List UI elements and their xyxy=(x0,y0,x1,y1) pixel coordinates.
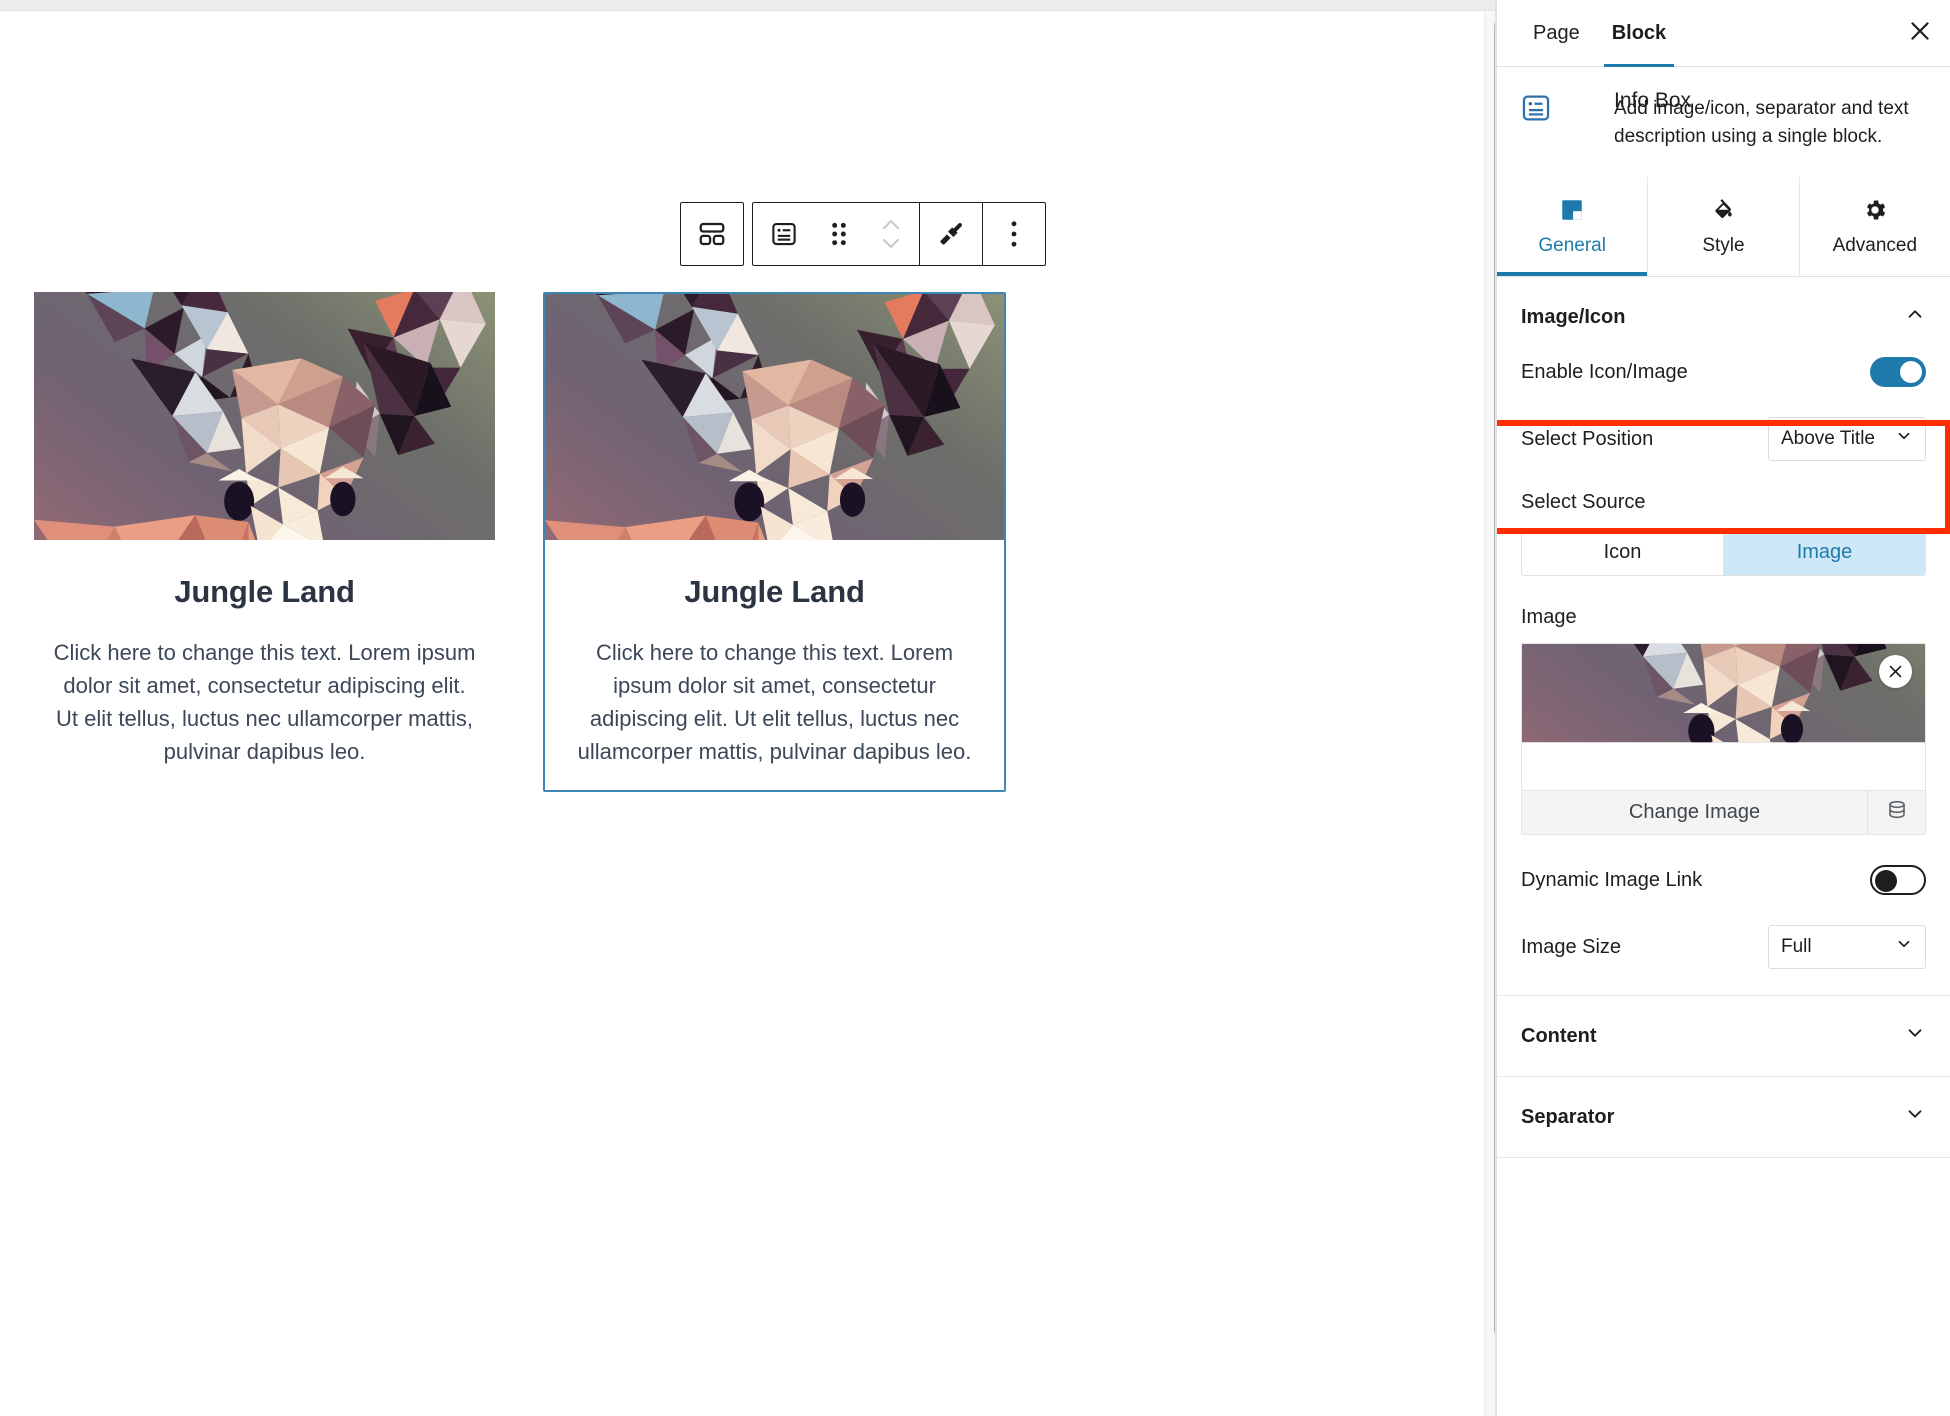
panel-header-image-icon[interactable]: Image/Icon xyxy=(1497,277,1950,357)
card-image[interactable] xyxy=(545,294,1004,540)
panel-title-separator: Separator xyxy=(1521,1105,1615,1128)
image-actions: Change Image xyxy=(1522,790,1925,834)
row-dynamic-image-link: Dynamic Image Link xyxy=(1521,865,1926,895)
chevron-up-icon xyxy=(1904,303,1926,331)
gear-icon xyxy=(1862,197,1888,229)
paint-bucket-icon xyxy=(1710,197,1736,229)
toggle-knob xyxy=(1900,361,1922,383)
move-up-down[interactable] xyxy=(863,203,919,265)
dynamic-image-link-label: Dynamic Image Link xyxy=(1521,868,1703,891)
tab-general[interactable]: General xyxy=(1497,177,1649,276)
card-title[interactable]: Jungle Land xyxy=(34,574,495,610)
select-position-dropdown[interactable]: Above Title xyxy=(1768,417,1926,461)
source-option-icon[interactable]: Icon xyxy=(1522,529,1724,575)
row-image-size: Image Size Full xyxy=(1521,925,1926,969)
block-type-button[interactable] xyxy=(753,203,815,265)
editor-root: Jungle Land Click here to change this te… xyxy=(0,0,1950,1416)
image-size-label: Image Size xyxy=(1521,935,1622,958)
tab-advanced-label: Advanced xyxy=(1832,234,1918,256)
image-label: Image xyxy=(1521,606,1577,628)
block-description: Add image/icon, separator and text descr… xyxy=(1614,98,1909,147)
drag-dots-icon xyxy=(828,221,850,247)
image-size-value: Full xyxy=(1781,936,1812,957)
sidebar-tabs: Page Block xyxy=(1497,0,1950,67)
panel-title-content: Content xyxy=(1521,1024,1597,1047)
select-source-segmented: Icon Image xyxy=(1521,528,1926,576)
block-info-text: Info Box Add image/icon, separator and t… xyxy=(1569,89,1928,151)
enable-icon-image-toggle[interactable] xyxy=(1870,357,1926,387)
image-size-dropdown[interactable]: Full xyxy=(1768,925,1926,969)
parent-block-group xyxy=(680,202,744,266)
tab-general-label: General xyxy=(1538,234,1606,256)
block-image-preview: Image Change Image xyxy=(1521,606,1926,835)
drag-handle[interactable] xyxy=(815,203,863,265)
block-select-source: Select Source Icon Image xyxy=(1521,491,1926,576)
database-icon xyxy=(1885,798,1909,827)
chevron-down-icon xyxy=(1895,935,1913,959)
select-source-label: Select Source xyxy=(1521,491,1646,513)
panel-header-content[interactable]: Content xyxy=(1497,995,1950,1076)
select-position-label: Select Position xyxy=(1521,427,1654,450)
chevron-down-icon xyxy=(1904,1022,1926,1050)
row-select-position: Select Position Above Title xyxy=(1521,417,1926,461)
tab-block[interactable]: Block xyxy=(1596,0,1682,67)
more-options-button[interactable] xyxy=(983,203,1045,265)
info-box-card-left[interactable]: Jungle Land Click here to change this te… xyxy=(34,292,495,768)
close-icon xyxy=(1907,18,1933,49)
tab-page[interactable]: Page xyxy=(1517,0,1596,67)
card-description[interactable]: Click here to change this text. Lorem ip… xyxy=(52,636,477,768)
settings-tab-bar: General Style Advanced xyxy=(1497,177,1950,277)
close-settings-button[interactable] xyxy=(1890,0,1950,67)
toggle-knob xyxy=(1875,870,1897,892)
chevron-up-down-icon xyxy=(876,214,906,254)
image-preview-card: Change Image xyxy=(1521,643,1926,835)
select-position-value: Above Title xyxy=(1781,428,1875,449)
card-image[interactable] xyxy=(34,292,495,540)
info-box-card-right-selected[interactable]: Jungle Land Click here to change this te… xyxy=(543,292,1006,792)
settings-sidebar: Page Block Info Box Add image/icon, sepa… xyxy=(1496,0,1950,1416)
row-enable-icon-image: Enable Icon/Image xyxy=(1521,357,1926,387)
dynamic-source-button[interactable] xyxy=(1867,791,1925,834)
general-square-icon xyxy=(1559,197,1585,229)
info-box-block-icon xyxy=(1519,89,1553,151)
style-brush-button[interactable] xyxy=(920,203,982,265)
panel-title-image-icon: Image/Icon xyxy=(1521,305,1626,328)
three-dots-vertical-icon xyxy=(1004,220,1024,248)
tab-style[interactable]: Style xyxy=(1648,177,1800,276)
panel-body-image-icon: Enable Icon/Image Select Position Above … xyxy=(1497,357,1950,995)
card-title[interactable]: Jungle Land xyxy=(545,574,1004,610)
editor-canvas: Jungle Land Click here to change this te… xyxy=(0,0,1496,1416)
block-info: Info Box Add image/icon, separator and t… xyxy=(1497,67,1950,177)
chevron-down-icon xyxy=(1904,1103,1926,1131)
block-controls-group xyxy=(752,202,1046,266)
panel-header-separator[interactable]: Separator xyxy=(1497,1076,1950,1157)
enable-icon-image-label: Enable Icon/Image xyxy=(1521,360,1688,383)
image-thumbnail[interactable] xyxy=(1522,644,1925,790)
columns-icon xyxy=(697,219,727,249)
tab-advanced[interactable]: Advanced xyxy=(1799,177,1950,276)
info-box-icon xyxy=(769,219,799,249)
block-toolbar xyxy=(680,202,1046,266)
parent-block-button[interactable] xyxy=(681,203,743,265)
tab-style-label: Style xyxy=(1702,234,1745,256)
dynamic-image-link-toggle[interactable] xyxy=(1870,865,1926,895)
close-icon xyxy=(1887,663,1904,680)
change-image-button[interactable]: Change Image xyxy=(1522,791,1867,834)
card-description[interactable]: Click here to change this text. Lorem ip… xyxy=(571,636,978,768)
panel-header-call-to-action-clipped[interactable]: Call To Action xyxy=(1497,1157,1950,1183)
source-option-image[interactable]: Image xyxy=(1724,529,1925,575)
remove-image-button[interactable] xyxy=(1879,655,1912,688)
brush-icon xyxy=(936,219,966,249)
chevron-down-icon xyxy=(1895,427,1913,451)
